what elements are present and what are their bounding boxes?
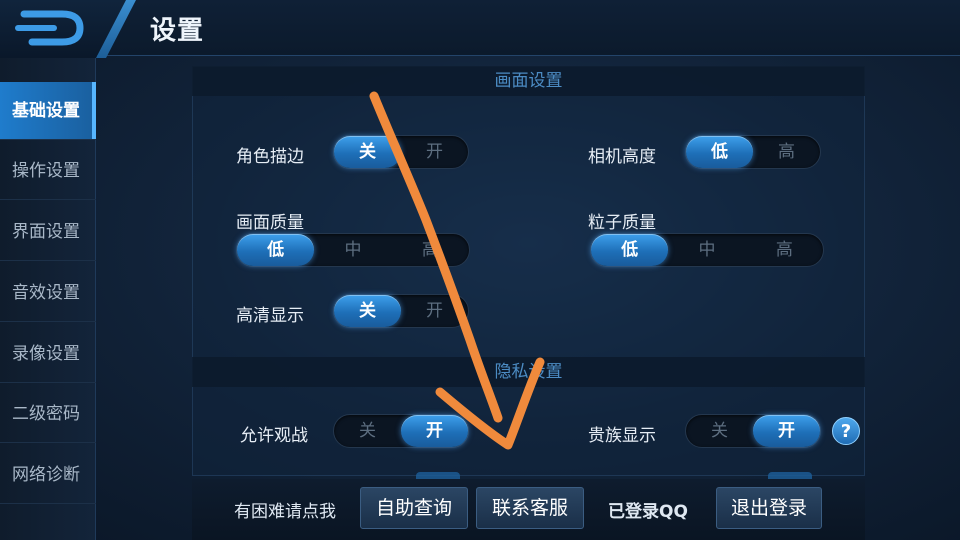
- sidebar-item-basic[interactable]: 基础设置: [0, 82, 96, 140]
- help-prompt-text: 有困难请点我: [234, 502, 336, 522]
- spectate-toggle[interactable]: 关 开: [333, 414, 469, 448]
- logout-button[interactable]: 退出登录: [716, 487, 822, 529]
- outline-label: 角色描边: [236, 147, 304, 167]
- particle-option-high[interactable]: 高: [746, 234, 823, 266]
- section-header-display: 画面设置: [192, 66, 865, 96]
- quality-option-low[interactable]: 低: [237, 234, 315, 266]
- spectate-option-on[interactable]: 开: [401, 415, 468, 447]
- help-icon[interactable]: ?: [832, 417, 860, 445]
- self-query-button[interactable]: 自助查询: [360, 487, 468, 529]
- sidebar-item-controls[interactable]: 操作设置: [0, 142, 96, 200]
- header-bar: 设置: [0, 0, 960, 58]
- quality-option-medium[interactable]: 中: [314, 234, 391, 266]
- hd-option-off[interactable]: 关: [334, 295, 401, 327]
- login-status-text: 已登录QQ: [608, 502, 688, 522]
- camera-height-label: 相机高度: [588, 147, 656, 167]
- sidebar-item-network[interactable]: 网络诊断: [0, 446, 96, 504]
- spectate-label: 允许观战: [240, 426, 308, 446]
- camera-height-option-low[interactable]: 低: [686, 136, 753, 168]
- contact-support-button[interactable]: 联系客服: [476, 487, 584, 529]
- particle-option-medium[interactable]: 中: [668, 234, 745, 266]
- back-logo-icon: [15, 10, 84, 46]
- outline-option-on[interactable]: 开: [401, 136, 468, 168]
- sidebar: 基础设置 操作设置 界面设置 音效设置 录像设置 二级密码 网络诊断: [0, 58, 96, 540]
- hd-label: 高清显示: [236, 306, 304, 326]
- outline-option-off[interactable]: 关: [334, 136, 401, 168]
- outline-toggle[interactable]: 关 开: [333, 135, 469, 169]
- sidebar-item-interface[interactable]: 界面设置: [0, 203, 96, 261]
- page-title: 设置: [150, 16, 205, 46]
- sidebar-item-password[interactable]: 二级密码: [0, 385, 96, 443]
- camera-height-toggle[interactable]: 低 高: [685, 135, 821, 169]
- spectate-option-off[interactable]: 关: [334, 415, 401, 447]
- section-header-privacy: 隐私设置: [192, 357, 865, 387]
- noble-label: 贵族显示: [588, 426, 656, 446]
- camera-height-option-high[interactable]: 高: [753, 136, 820, 168]
- particle-option-low[interactable]: 低: [591, 234, 669, 266]
- particle-label: 粒子质量: [588, 213, 656, 233]
- particle-selector[interactable]: 低 中 高: [590, 233, 824, 267]
- noble-option-off[interactable]: 关: [686, 415, 753, 447]
- quality-label: 画面质量: [236, 213, 304, 233]
- sidebar-item-sound[interactable]: 音效设置: [0, 264, 96, 322]
- quality-option-high[interactable]: 高: [392, 234, 469, 266]
- noble-option-on[interactable]: 开: [753, 415, 820, 447]
- sidebar-item-recording[interactable]: 录像设置: [0, 325, 96, 383]
- hd-toggle[interactable]: 关 开: [333, 294, 469, 328]
- noble-toggle[interactable]: 关 开: [685, 414, 821, 448]
- hd-option-on[interactable]: 开: [401, 295, 468, 327]
- quality-selector[interactable]: 低 中 高: [236, 233, 470, 267]
